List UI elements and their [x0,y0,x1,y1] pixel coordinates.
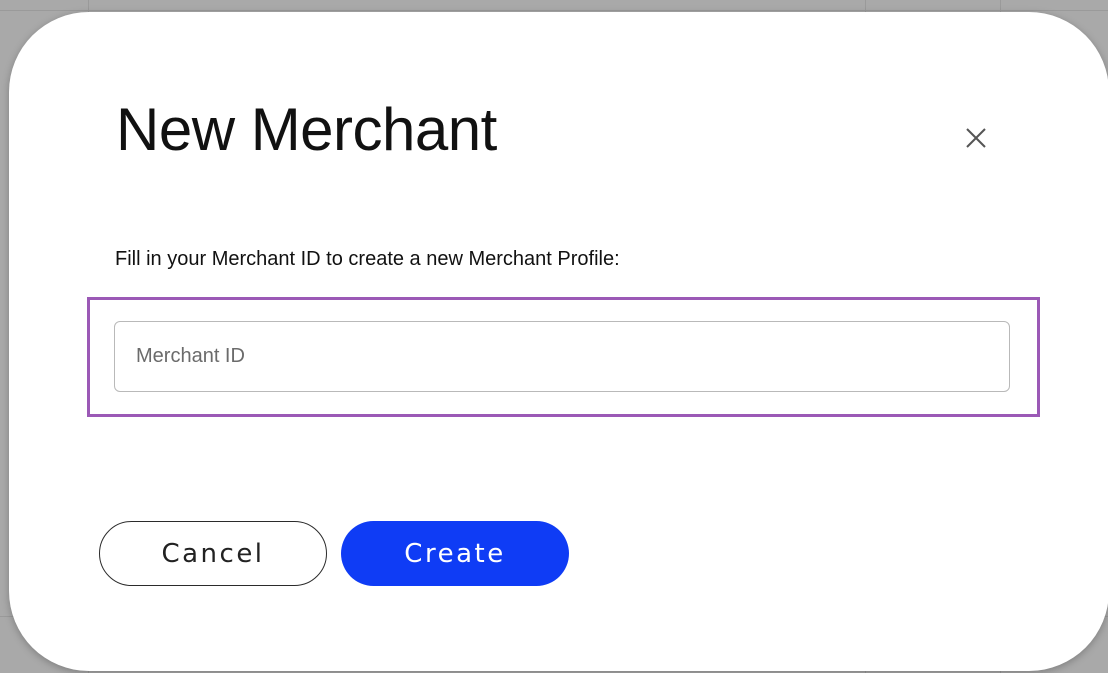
create-button[interactable]: Create [341,521,569,586]
background-grid-line [0,10,1108,11]
cancel-button[interactable]: Cancel [99,521,327,586]
dialog-title: New Merchant [116,96,497,163]
merchant-id-input[interactable] [114,321,1010,392]
new-merchant-dialog: New Merchant Fill in your Merchant ID to… [9,12,1108,671]
dialog-instruction: Fill in your Merchant ID to create a new… [115,248,620,270]
close-button[interactable] [954,116,998,160]
close-icon [966,128,986,148]
